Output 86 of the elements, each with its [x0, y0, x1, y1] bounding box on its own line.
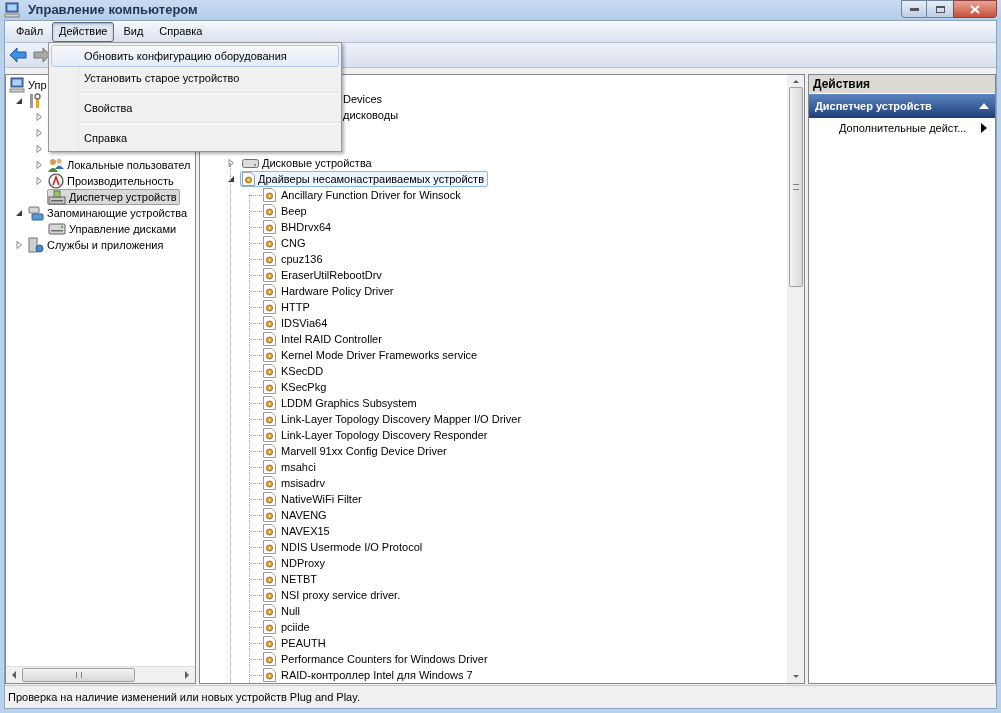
menu-bar-item[interactable]: Вид [116, 21, 151, 42]
tree-item[interactable]: NSI proxy service driver. [262, 587, 405, 603]
computer-icon [9, 77, 25, 93]
computer-icon [4, 2, 20, 18]
tools-icon [27, 93, 43, 109]
scroll-thumb[interactable] [788, 87, 803, 287]
tree-item[interactable]: NETBT [262, 571, 322, 587]
services-icon [28, 237, 44, 253]
tree-item[interactable]: msahci [262, 459, 320, 475]
tree-item[interactable]: Ancillary Function Driver for Winsock [262, 187, 465, 203]
tree-item[interactable]: pciide [262, 619, 314, 635]
tree-item[interactable]: Devices [343, 90, 383, 108]
tree-item[interactable]: Null [262, 603, 304, 619]
tree-item[interactable]: IDSVia64 [262, 315, 332, 331]
back-arrow-icon[interactable] [9, 47, 27, 63]
vertical-scrollbar[interactable] [787, 75, 804, 683]
expand-icon[interactable] [35, 113, 43, 121]
close-icon [970, 4, 980, 14]
gauge-icon [48, 173, 64, 189]
expand-icon[interactable] [35, 145, 43, 153]
menu-bar-item[interactable]: Действие [52, 21, 115, 42]
menu-item[interactable]: Свойства [51, 97, 339, 119]
window-title: Управление компьютером [28, 1, 198, 20]
status-text: Проверка на наличие изменений или новых устройств Plug and Play. [7, 689, 360, 705]
tree-item[interactable]: NDIS Usermode I/O Protocol [262, 539, 427, 555]
collapse-icon[interactable] [15, 209, 23, 217]
menu-bar-item[interactable]: Файл [9, 21, 51, 42]
expand-icon[interactable] [35, 161, 43, 169]
expand-icon[interactable] [35, 177, 43, 185]
minimize-button[interactable] [901, 0, 927, 18]
collapse-icon[interactable] [227, 175, 235, 183]
close-button[interactable] [953, 0, 997, 18]
tree-item[interactable]: cpuz136 [262, 251, 327, 267]
actions-section-header[interactable]: Диспетчер устройств [809, 94, 995, 118]
tree-item[interactable]: HTTP [262, 299, 314, 315]
tree-item[interactable]: NativeWiFi Filter [262, 491, 366, 507]
expand-icon[interactable] [15, 241, 23, 249]
tree-item[interactable]: Link-Layer Topology Discovery Responder [262, 427, 492, 443]
action-link[interactable]: Дополнительные дейст... [809, 118, 995, 138]
tree-item[interactable]: Marvell 91xx Config Device Driver [262, 443, 451, 459]
tree-item[interactable]: Производительность [47, 173, 177, 189]
tree-item[interactable]: NAVENG [262, 507, 331, 523]
tree-item[interactable]: Link-Layer Topology Discovery Mapper I/O Driver [262, 411, 526, 427]
forward-arrow-icon[interactable] [33, 47, 51, 63]
tree-item[interactable]: KSecPkg [262, 379, 331, 395]
scroll-thumb[interactable] [22, 668, 135, 682]
tree-item[interactable]: Performance Counters for Windows Driver [262, 651, 492, 667]
maximize-button[interactable] [927, 0, 953, 18]
menu-item[interactable]: Обновить конфигурацию оборудования [51, 45, 339, 67]
device-manager-icon [48, 189, 66, 205]
menu-item[interactable]: Справка [51, 127, 339, 149]
horizontal-scrollbar[interactable] [6, 666, 195, 683]
tree-item[interactable]: Локальные пользовател [47, 157, 194, 173]
tree-item[interactable]: PEAUTH [262, 635, 330, 651]
tree-item[interactable]: Драйверы несамонастраиваемых устройств [240, 171, 488, 187]
tree-item[interactable]: NDProxy [262, 555, 329, 571]
menu-item[interactable]: Установить старое устройство [51, 67, 339, 89]
driver-icon [242, 172, 255, 186]
tree-item[interactable]: Kernel Mode Driver Frameworks service [262, 347, 482, 363]
tree-item[interactable]: KSecDD [262, 363, 328, 379]
tree-item[interactable]: RAID-контроллер Intel для Windows 7 [262, 667, 477, 683]
storage-icon [28, 205, 44, 221]
tree-item[interactable]: LDDM Graphics Subsystem [262, 395, 421, 411]
drive-icon [242, 156, 259, 170]
tree-item[interactable]: NAVEX15 [262, 523, 334, 539]
tree-item[interactable]: Дисковые устройства [240, 155, 376, 171]
tree-item[interactable]: Запоминающие устройства [27, 205, 191, 221]
collapse-icon[interactable] [979, 103, 989, 109]
menu-bar-item[interactable]: Справка [152, 21, 210, 42]
tree-item[interactable]: Службы и приложения [27, 237, 167, 253]
tree-item[interactable]: Hardware Policy Driver [262, 283, 398, 299]
tree-item[interactable]: CNG [262, 235, 310, 251]
tree-item[interactable]: Управление дисками [47, 221, 180, 237]
expand-icon[interactable] [35, 129, 43, 137]
tree-item[interactable]: Beep [262, 203, 311, 219]
tree-item[interactable]: Intel RAID Controller [262, 331, 386, 347]
expand-icon[interactable] [227, 159, 235, 167]
tree-item[interactable]: Упр [8, 77, 50, 93]
tree-item[interactable]: BHDrvx64 [262, 219, 336, 235]
tree-item[interactable]: дисководы [343, 106, 399, 124]
actions-header: Действия [809, 75, 995, 93]
tree-item[interactable]: Диспетчер устройств [47, 189, 180, 205]
tree-item[interactable]: EraserUtilRebootDrv [262, 267, 386, 283]
tree-item[interactable]: msisadrv [262, 475, 329, 491]
collapse-icon[interactable] [15, 97, 23, 105]
users-icon [48, 157, 64, 173]
